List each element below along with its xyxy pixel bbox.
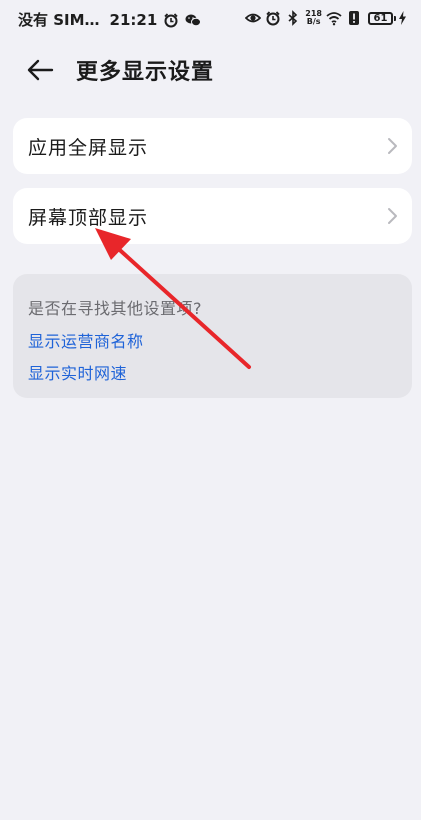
- charging-icon: [398, 11, 407, 25]
- wechat-icon: [185, 12, 202, 28]
- menu-item-screen-top-display[interactable]: 屏幕顶部显示: [13, 188, 412, 244]
- status-bar: 没有 SIM… 21:21 218 B/s 61: [0, 0, 421, 40]
- wifi-icon: [326, 10, 342, 26]
- link-show-carrier-name[interactable]: 显示运营商名称: [28, 328, 144, 352]
- page-title: 更多显示设置: [76, 60, 215, 85]
- bluetooth-icon: [285, 10, 301, 26]
- related-settings-card: 是否在寻找其他设置项? 显示运营商名称 显示实时网速: [13, 274, 412, 398]
- menu-item-label: 屏幕顶部显示: [28, 207, 149, 229]
- chevron-right-icon: [386, 207, 398, 225]
- status-bar-left: 没有 SIM… 21:21: [18, 9, 202, 30]
- link-show-realtime-speed[interactable]: 显示实时网速: [28, 360, 127, 384]
- alarm-icon: [265, 10, 281, 26]
- battery-level: 61: [373, 12, 388, 24]
- clock-time: 21:21: [109, 10, 158, 29]
- back-arrow-icon: [27, 59, 54, 81]
- status-bar-right: 218 B/s 61: [241, 10, 407, 26]
- related-settings-title: 是否在寻找其他设置项?: [28, 299, 202, 318]
- chevron-right-icon: [386, 137, 398, 155]
- menu-item-fullscreen-apps[interactable]: 应用全屏显示: [13, 118, 412, 174]
- network-speed-unit: B/s: [306, 17, 321, 26]
- carrier-text: 没有 SIM…: [18, 11, 100, 29]
- menu-item-label: 应用全屏显示: [28, 137, 149, 159]
- alert-icon: [346, 10, 362, 26]
- app-header: 更多显示设置: [0, 48, 421, 92]
- eye-icon: [245, 10, 262, 26]
- back-button[interactable]: [24, 56, 56, 84]
- network-speed: 218 B/s: [305, 10, 322, 26]
- alarm-icon: [163, 12, 179, 28]
- battery-indicator: 61: [368, 11, 396, 25]
